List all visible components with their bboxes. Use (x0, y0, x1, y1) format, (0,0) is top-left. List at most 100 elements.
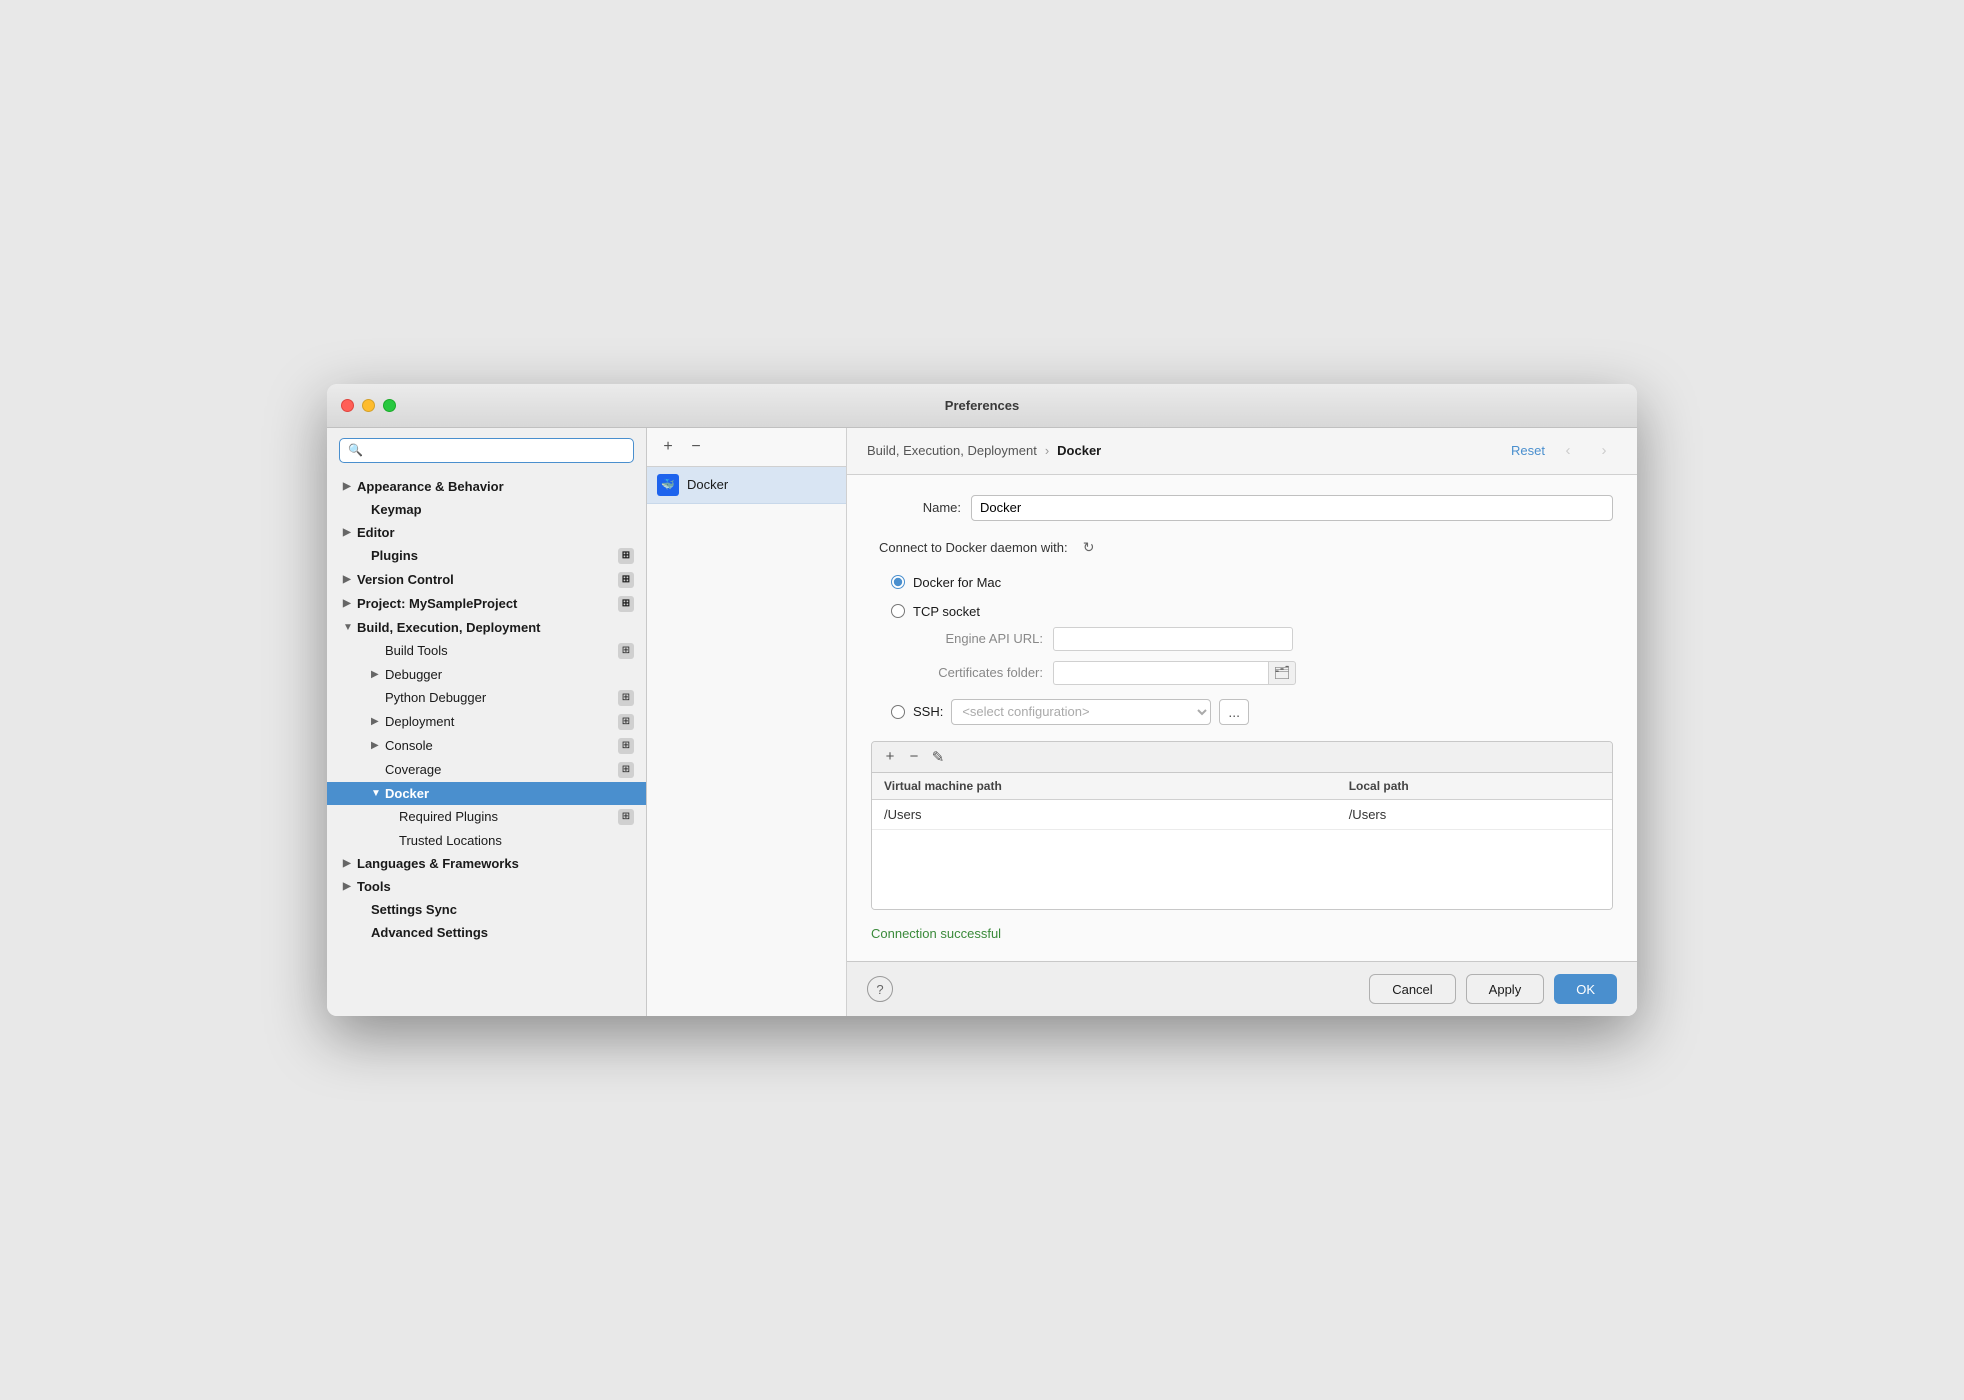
sidebar-item-editor[interactable]: ▶ Editor (327, 521, 646, 544)
browse-folder-button[interactable]: 🗂 (1268, 661, 1296, 685)
right-body: Name: Connect to Docker daemon with: ↻ D… (847, 475, 1637, 962)
sidebar-item-label: Languages & Frameworks (357, 856, 519, 871)
minimize-button[interactable] (362, 399, 375, 412)
sidebar-item-label: Build, Execution, Deployment (357, 620, 540, 635)
chevron-icon: ▶ (343, 881, 357, 892)
add-docker-button[interactable]: + (657, 436, 679, 458)
search-input[interactable] (368, 443, 625, 458)
badge-icon: ⊞ (618, 738, 634, 754)
certificates-input[interactable] (1053, 661, 1268, 685)
remove-docker-button[interactable]: − (685, 436, 707, 458)
sidebar-item-coverage[interactable]: Coverage ⊞ (327, 758, 646, 782)
back-button[interactable]: ‹ (1555, 440, 1581, 462)
breadcrumb-current: Docker (1057, 443, 1101, 458)
sidebar-item-settings-sync[interactable]: Settings Sync (327, 898, 646, 921)
path-mappings-table: Virtual machine path Local path /Users /… (872, 773, 1612, 910)
sidebar-item-label: Appearance & Behavior (357, 479, 504, 494)
tcp-sub-options: Engine API URL: Certificates folder: 🗂 (913, 627, 1613, 685)
maximize-button[interactable] (383, 399, 396, 412)
ssh-label: SSH: (913, 704, 943, 719)
help-button[interactable]: ? (867, 976, 893, 1002)
folder-input-wrap: 🗂 (1053, 661, 1296, 685)
ssh-option[interactable]: SSH: <select configuration> ... (891, 699, 1613, 725)
sidebar-item-label: Docker (385, 786, 429, 801)
docker-for-mac-label: Docker for Mac (913, 575, 1001, 590)
docker-list-item[interactable]: 🐳 Docker (647, 467, 846, 504)
sidebar-item-deployment[interactable]: ▶ Deployment ⊞ (327, 710, 646, 734)
badge-icon: ⊞ (618, 762, 634, 778)
sidebar-item-console[interactable]: ▶ Console ⊞ (327, 734, 646, 758)
badge-icon: ⊞ (618, 643, 634, 659)
table-row: /Users /Users (872, 799, 1612, 829)
radio-group: Docker for Mac TCP socket Engine API URL… (871, 575, 1613, 725)
sidebar-item-label: Tools (357, 879, 391, 894)
chevron-icon: ▶ (343, 598, 357, 609)
ssh-dots-button[interactable]: ... (1219, 699, 1249, 725)
sidebar-item-advanced-settings[interactable]: Advanced Settings (327, 921, 646, 944)
chevron-down-icon: ▼ (343, 622, 357, 633)
apply-button[interactable]: Apply (1466, 974, 1545, 1004)
forward-button[interactable]: › (1591, 440, 1617, 462)
cancel-button[interactable]: Cancel (1369, 974, 1455, 1004)
table-remove-button[interactable]: − (904, 747, 924, 767)
ssh-radio[interactable] (891, 705, 905, 719)
docker-item-label: Docker (687, 477, 728, 492)
table-add-button[interactable]: + (880, 747, 900, 767)
tcp-socket-option[interactable]: TCP socket (891, 604, 1613, 619)
search-box[interactable]: 🔍 (339, 438, 634, 463)
sidebar-item-keymap[interactable]: Keymap (327, 498, 646, 521)
breadcrumb: Build, Execution, Deployment › Docker (867, 443, 1101, 458)
chevron-icon: ▶ (371, 716, 385, 727)
sidebar-item-label: Editor (357, 525, 395, 540)
table-edit-button[interactable]: ✎ (928, 747, 948, 767)
ok-button[interactable]: OK (1554, 974, 1617, 1004)
sidebar-item-required-plugins[interactable]: Required Plugins ⊞ (327, 805, 646, 829)
ssh-select[interactable]: <select configuration> (951, 699, 1211, 725)
right-header: Build, Execution, Deployment › Docker Re… (847, 428, 1637, 475)
name-input[interactable] (971, 495, 1613, 521)
engine-api-input[interactable] (1053, 627, 1293, 651)
sidebar-item-label: Python Debugger (385, 690, 486, 705)
ssh-row: <select configuration> ... (951, 699, 1249, 725)
chevron-down-icon: ▼ (371, 788, 385, 799)
sidebar-item-label: Coverage (385, 762, 441, 777)
tcp-socket-radio[interactable] (891, 604, 905, 618)
docker-icon: 🐳 (657, 474, 679, 496)
breadcrumb-parent: Build, Execution, Deployment (867, 443, 1037, 458)
docker-for-mac-radio[interactable] (891, 575, 905, 589)
sidebar-item-label: Settings Sync (371, 902, 457, 917)
refresh-button[interactable]: ↻ (1078, 537, 1100, 559)
engine-api-row: Engine API URL: (913, 627, 1613, 651)
sidebar-item-version-control[interactable]: ▶ Version Control ⊞ (327, 568, 646, 592)
middle-panel: + − 🐳 Docker (647, 428, 847, 1017)
sidebar-item-python-debugger[interactable]: Python Debugger ⊞ (327, 686, 646, 710)
bottom-bar: ? Cancel Apply OK (847, 961, 1637, 1016)
sidebar-item-docker[interactable]: ▼ Docker (327, 782, 646, 805)
sidebar-item-plugins[interactable]: Plugins ⊞ (327, 544, 646, 568)
sidebar-item-label: Debugger (385, 667, 442, 682)
sidebar-item-project[interactable]: ▶ Project: MySampleProject ⊞ (327, 592, 646, 616)
reset-button[interactable]: Reset (1511, 443, 1545, 458)
vm-path-cell: /Users (872, 799, 1337, 829)
sidebar-item-tools[interactable]: ▶ Tools (327, 875, 646, 898)
header-actions: Reset ‹ › (1511, 440, 1617, 462)
sidebar-item-label: Keymap (371, 502, 422, 517)
engine-api-label: Engine API URL: (913, 631, 1043, 646)
titlebar: Preferences (327, 384, 1637, 428)
chevron-icon: ▶ (343, 858, 357, 869)
sidebar-item-trusted-locations[interactable]: Trusted Locations (327, 829, 646, 852)
badge-icon: ⊞ (618, 690, 634, 706)
close-button[interactable] (341, 399, 354, 412)
docker-for-mac-option[interactable]: Docker for Mac (891, 575, 1613, 590)
col-local-path: Local path (1337, 773, 1612, 800)
sidebar-item-debugger[interactable]: ▶ Debugger (327, 663, 646, 686)
sidebar-item-build-tools[interactable]: Build Tools ⊞ (327, 639, 646, 663)
badge-icon: ⊞ (618, 714, 634, 730)
connect-row: Connect to Docker daemon with: ↻ (871, 537, 1613, 559)
sidebar-item-languages[interactable]: ▶ Languages & Frameworks (327, 852, 646, 875)
sidebar-item-build[interactable]: ▼ Build, Execution, Deployment (327, 616, 646, 639)
table-toolbar: + − ✎ (872, 742, 1612, 773)
chevron-icon: ▶ (343, 574, 357, 585)
status-text: Connection successful (871, 926, 1613, 941)
sidebar-item-appearance[interactable]: ▶ Appearance & Behavior (327, 475, 646, 498)
